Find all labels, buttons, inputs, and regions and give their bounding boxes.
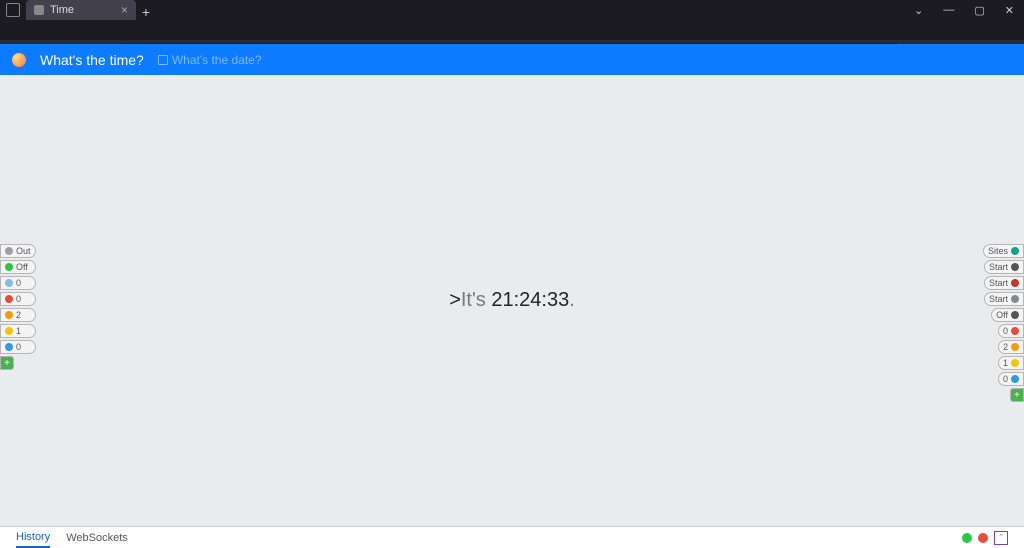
pill-out[interactable]: Out xyxy=(0,244,36,258)
pill-dot-icon xyxy=(1011,279,1019,287)
time-prefix: It's xyxy=(461,289,492,311)
pill-label: 0 xyxy=(16,278,21,288)
status-dot-green[interactable] xyxy=(962,533,972,543)
time-display: >It's 21:24:33. xyxy=(449,289,575,312)
pill-dot-icon xyxy=(5,263,13,271)
close-window-button[interactable]: ✕ xyxy=(995,4,1024,17)
pill-dot-icon xyxy=(1011,295,1019,303)
page-viewport: What's the time? What's the date? >It's … xyxy=(0,44,1024,526)
nav-date-link[interactable]: What's the date? xyxy=(158,53,262,67)
tab-bar: Time × + xyxy=(26,0,156,20)
tab-history[interactable]: History xyxy=(16,528,50,548)
tab-websockets[interactable]: WebSockets xyxy=(66,529,128,547)
pill-dot-icon xyxy=(5,295,13,303)
pill-label: 0 xyxy=(16,342,21,352)
chevron-down-icon[interactable]: ⌄ xyxy=(904,4,933,17)
pill-flag-blue[interactable]: 0 xyxy=(0,340,36,354)
pill-scissors[interactable]: 0 xyxy=(0,276,36,290)
nav-date-label: What's the date? xyxy=(172,53,262,67)
tab-favicon xyxy=(34,5,44,15)
pill-label: Out xyxy=(16,246,31,256)
pill-dot-icon xyxy=(1011,327,1019,335)
pill-flag-red-r[interactable]: 0 xyxy=(998,324,1024,338)
pill-label: 2 xyxy=(16,310,21,320)
pill-dot-icon xyxy=(1011,375,1019,383)
pill-label: Off xyxy=(996,310,1008,320)
pill-label: 1 xyxy=(16,326,21,336)
pill-sites[interactable]: Sites xyxy=(983,244,1024,258)
pill-label: 2 xyxy=(1003,342,1008,352)
pill-label: 0 xyxy=(1003,374,1008,384)
pill-label: Start xyxy=(989,278,1008,288)
pill-dot-icon xyxy=(5,311,13,319)
left-overlay-panel: OutOff00210+ xyxy=(0,244,36,370)
bottom-panel-tabs: History WebSockets ˆ xyxy=(0,526,1024,548)
site-logo-icon xyxy=(12,53,26,67)
time-suffix: . xyxy=(569,289,575,311)
calendar-icon xyxy=(158,55,168,65)
prompt-caret: > xyxy=(449,289,461,311)
pill-flag-blue-r[interactable]: 0 xyxy=(998,372,1024,386)
pill-dot-icon xyxy=(5,247,13,255)
pill-dot-icon xyxy=(1011,343,1019,351)
pill-off-r[interactable]: Off xyxy=(991,308,1024,322)
pill-start3[interactable]: Start xyxy=(984,292,1024,306)
new-tab-button[interactable]: + xyxy=(136,4,156,20)
pill-dot-icon xyxy=(1011,311,1019,319)
site-header: What's the time? What's the date? xyxy=(0,44,1024,75)
pill-dot-icon xyxy=(1011,263,1019,271)
pill-flag-yellow-r[interactable]: 1 xyxy=(998,356,1024,370)
pill-label: 1 xyxy=(1003,358,1008,368)
pill-off[interactable]: Off xyxy=(0,260,36,274)
maximize-button[interactable]: ▢ xyxy=(964,4,994,17)
minimize-button[interactable]: — xyxy=(933,4,964,16)
pill-dot-icon xyxy=(1011,247,1019,255)
pill-flag-yellow[interactable]: 1 xyxy=(0,324,36,338)
tab-close-icon[interactable]: × xyxy=(121,3,128,17)
pill-label: 0 xyxy=(16,294,21,304)
pill-label: Off xyxy=(16,262,28,272)
time-value: 21:24:33 xyxy=(491,289,569,311)
pill-start2[interactable]: Start xyxy=(984,276,1024,290)
browser-tab[interactable]: Time × xyxy=(26,0,136,20)
pill-flag-orange[interactable]: 2 xyxy=(0,308,36,322)
pill-label: Start xyxy=(989,294,1008,304)
pill-flag-red[interactable]: 0 xyxy=(0,292,36,306)
nav-time-link[interactable]: What's the time? xyxy=(40,52,144,68)
pill-start1[interactable]: Start xyxy=(984,260,1024,274)
app-icon xyxy=(6,3,20,17)
pill-label: Sites xyxy=(988,246,1008,256)
pill-label: 0 xyxy=(1003,326,1008,336)
pill-flag-orange-r[interactable]: 2 xyxy=(998,340,1024,354)
pill-dot-icon xyxy=(5,343,13,351)
status-dot-red[interactable] xyxy=(978,533,988,543)
pill-add-button[interactable]: + xyxy=(0,356,14,370)
tab-title: Time xyxy=(50,4,74,16)
bottom-right-controls: ˆ xyxy=(962,531,1008,545)
pill-dot-icon xyxy=(5,327,13,335)
pill-dot-icon xyxy=(1011,359,1019,367)
pill-dot-icon xyxy=(5,279,13,287)
pill-add-button[interactable]: + xyxy=(1010,388,1024,402)
pill-label: Start xyxy=(989,262,1008,272)
main-content: >It's 21:24:33. xyxy=(0,75,1024,526)
right-overlay-panel: SitesStartStartStartOff0210+ xyxy=(983,244,1024,402)
collapse-panel-button[interactable]: ˆ xyxy=(994,531,1008,545)
